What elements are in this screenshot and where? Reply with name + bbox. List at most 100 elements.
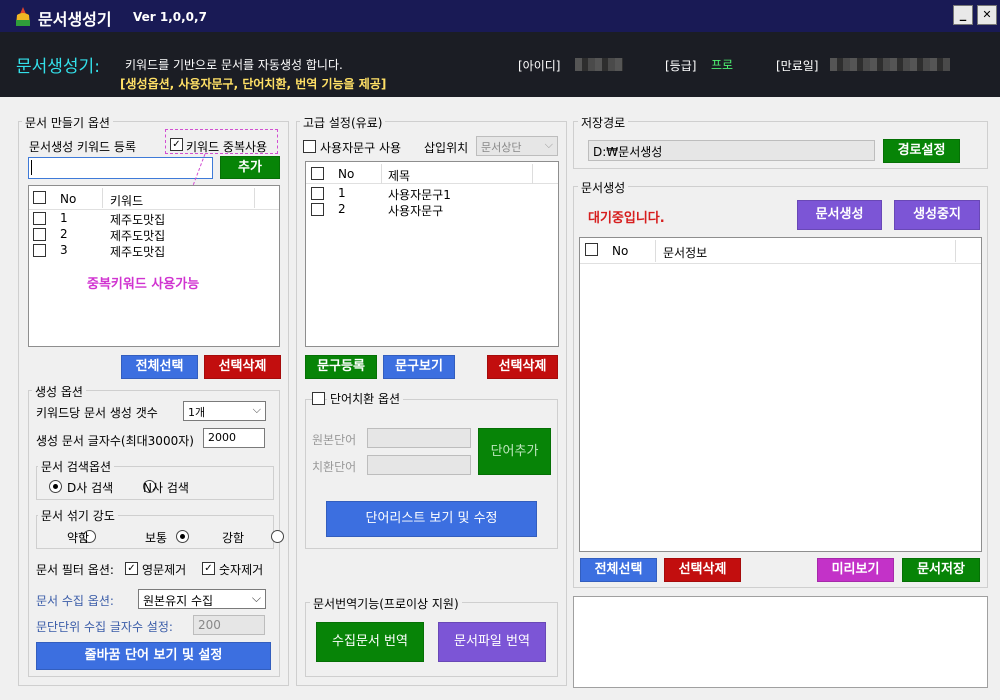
- add-keyword-button[interactable]: 추가: [220, 156, 280, 179]
- log-textarea[interactable]: [573, 596, 988, 688]
- view-phrase-button[interactable]: 문구보기: [383, 355, 455, 379]
- count-select[interactable]: 1개 ⌵: [183, 401, 266, 421]
- close-button[interactable]: ✕: [977, 5, 997, 25]
- orig-word-input[interactable]: [367, 428, 471, 448]
- row-checkbox[interactable]: [33, 244, 46, 257]
- use-phrase-checkbox[interactable]: [303, 140, 316, 153]
- kw-register-label: 문서생성 키워드 등록: [29, 140, 136, 154]
- col-divider: [532, 164, 533, 184]
- row-checkbox[interactable]: [33, 228, 46, 241]
- repl-word-label: 치환단어: [312, 460, 357, 474]
- delete-selected-keywords-button[interactable]: 선택삭제: [204, 355, 281, 379]
- keyword-select-all-checkbox[interactable]: [33, 191, 46, 204]
- translate-title: 문서번역기능(프로이상 지원): [310, 595, 462, 612]
- doc-list-header: [580, 238, 981, 264]
- mix-strength-title: 문서 섞기 강도: [38, 507, 118, 524]
- mix-strong-label: 강함: [222, 531, 245, 545]
- dup-note: 중복키워드 사용가능: [87, 277, 200, 292]
- count-label: 키워드당 문서 생성 갯수: [36, 406, 158, 420]
- filter-num-label: 숫자제거: [219, 563, 264, 577]
- app-title: 문서생성기: [38, 10, 112, 29]
- mix-normal-label: 보통: [145, 531, 168, 545]
- header-description: 키워드를 기반으로 문서를 자동생성 합니다.: [125, 58, 343, 72]
- para-label: 문단단위 수집 글자수 설정:: [36, 620, 173, 634]
- col-no: No: [612, 244, 629, 258]
- row-checkbox[interactable]: [311, 203, 324, 216]
- save-path-title: 저장경로: [578, 114, 629, 131]
- phrase-select-all-checkbox[interactable]: [311, 167, 324, 180]
- replace-options-title: 단어치환 옵션: [327, 390, 404, 407]
- generate-button[interactable]: 문서생성: [797, 200, 882, 230]
- delete-docs-button[interactable]: 선택삭제: [664, 558, 741, 582]
- col-divider: [254, 188, 255, 208]
- row-keyword: 제주도맛집: [110, 229, 166, 243]
- advanced-title: 고급 설정(유료): [300, 114, 386, 131]
- register-phrase-button[interactable]: 문구등록: [305, 355, 377, 379]
- insert-pos-select[interactable]: 문서상단 ⌵: [476, 136, 558, 156]
- status-text: 대기중입니다.: [588, 211, 665, 226]
- search-d-label: D사 검색: [67, 481, 114, 495]
- col-no: No: [60, 192, 77, 206]
- col-doc-info: 문서정보: [663, 246, 708, 260]
- row-keyword: 제주도맛집: [110, 213, 166, 227]
- row-title: 사용자문구1: [388, 188, 451, 202]
- doc-list[interactable]: [579, 237, 982, 552]
- doc-select-all-checkbox[interactable]: [585, 243, 598, 256]
- id-value-redacted: [575, 58, 623, 71]
- chars-input[interactable]: 2000: [203, 428, 265, 448]
- collect-select[interactable]: 원본유지 수집 ⌵: [138, 589, 266, 609]
- linebreak-words-button[interactable]: 줄바꿈 단어 보기 및 설정: [36, 642, 271, 670]
- app-version: Ver 1,0,0,7: [133, 10, 207, 24]
- row-no: 2: [60, 227, 68, 241]
- orig-word-label: 원본단어: [312, 433, 357, 447]
- chars-label: 생성 문서 글자수(최대3000자): [36, 434, 194, 448]
- filter-en-label: 영문제거: [142, 563, 187, 577]
- row-no: 1: [60, 211, 68, 225]
- delete-phrase-button[interactable]: 선택삭제: [487, 355, 558, 379]
- expire-label: [만료일]: [776, 59, 819, 73]
- row-checkbox[interactable]: [33, 212, 46, 225]
- row-no: 1: [338, 186, 346, 200]
- stop-button[interactable]: 생성중지: [894, 200, 980, 230]
- row-keyword: 제주도맛집: [110, 245, 166, 259]
- header-title: 문서생성기:: [16, 57, 100, 77]
- word-list-button[interactable]: 단어리스트 보기 및 수정: [326, 501, 537, 537]
- search-d-radio[interactable]: [49, 480, 62, 493]
- collect-label: 문서 수집 옵션:: [36, 594, 114, 608]
- search-options-title: 문서 검색옵션: [38, 458, 115, 475]
- col-title: 제목: [388, 169, 411, 183]
- app-logo-icon: [16, 7, 30, 26]
- dup-keyword-checkbox[interactable]: ✓: [170, 138, 183, 151]
- select-all-keywords-button[interactable]: 전체선택: [121, 355, 198, 379]
- repl-word-input[interactable]: [367, 455, 471, 475]
- insert-pos-label: 삽입위치: [424, 141, 469, 155]
- gen-options-title: 생성 옵션: [32, 383, 86, 400]
- filter-label: 문서 필터 옵션:: [36, 563, 114, 577]
- save-path-input[interactable]: D:₩문서생성: [588, 140, 875, 161]
- doc-gen-title: 문서생성: [578, 179, 629, 196]
- translate-file-button[interactable]: 문서파일 번역: [438, 622, 546, 662]
- set-path-button[interactable]: 경로설정: [883, 139, 960, 163]
- replace-checkbox[interactable]: [312, 392, 325, 405]
- translate-collected-button[interactable]: 수집문서 번역: [316, 622, 424, 662]
- row-no: 3: [60, 243, 68, 257]
- text-cursor: [31, 160, 32, 175]
- save-docs-button[interactable]: 문서저장: [902, 558, 980, 582]
- select-all-docs-button[interactable]: 전체선택: [580, 558, 657, 582]
- mix-weak-label: 약함: [67, 531, 90, 545]
- filter-num-checkbox[interactable]: ✓: [202, 562, 215, 575]
- expire-value-redacted: [830, 58, 950, 71]
- filter-en-checkbox[interactable]: ✓: [125, 562, 138, 575]
- col-no: No: [338, 167, 355, 181]
- row-checkbox[interactable]: [311, 187, 324, 200]
- id-label: [아이디]: [518, 59, 561, 73]
- para-input[interactable]: 200: [193, 615, 265, 635]
- preview-button[interactable]: 미리보기: [817, 558, 894, 582]
- search-n-label: N사 검색: [143, 481, 189, 495]
- minimize-button[interactable]: _: [953, 5, 973, 25]
- row-no: 2: [338, 202, 346, 216]
- doc-options-title: 문서 만들기 옵션: [22, 114, 113, 131]
- col-divider: [102, 188, 103, 208]
- add-word-button[interactable]: 단어추가: [478, 428, 551, 475]
- row-title: 사용자문구: [388, 204, 444, 218]
